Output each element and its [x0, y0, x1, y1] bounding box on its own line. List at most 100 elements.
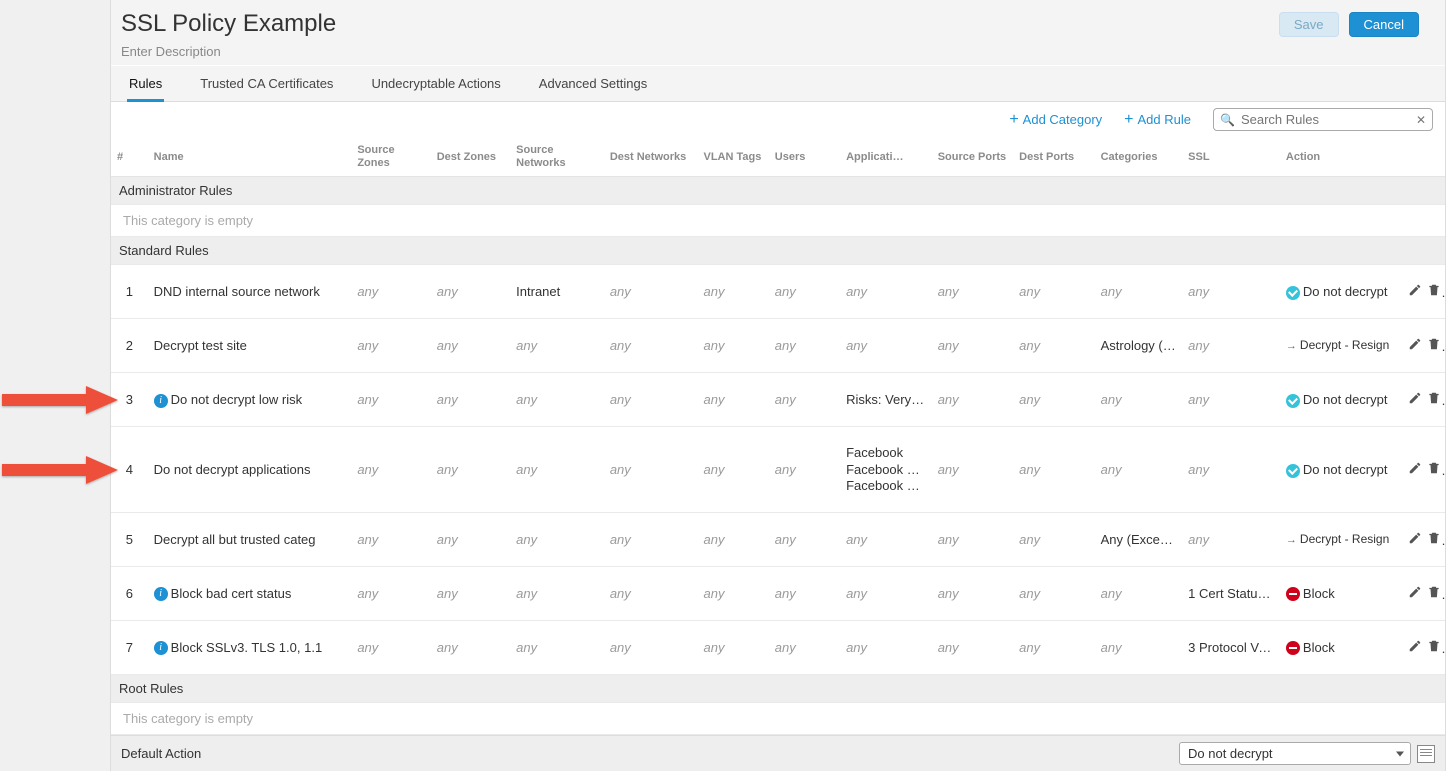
empty-row: This category is empty	[111, 703, 1445, 735]
table-row[interactable]: 5Decrypt all but trusted categanyanyanya…	[111, 513, 1445, 567]
row-actions	[1402, 621, 1445, 675]
add-rule-label: Add Rule	[1138, 112, 1191, 127]
row-actions	[1402, 513, 1445, 567]
action-cell: →Decrypt - Resign	[1280, 319, 1402, 373]
delete-icon[interactable]	[1427, 585, 1441, 602]
delete-icon[interactable]	[1427, 337, 1441, 354]
rule-name: DND internal source network	[148, 265, 352, 319]
add-category-button[interactable]: + Add Category	[1009, 112, 1102, 128]
tab-advanced[interactable]: Advanced Settings	[537, 66, 649, 101]
tab-trusted[interactable]: Trusted CA Certificates	[198, 66, 335, 101]
col-name: Name	[148, 138, 352, 177]
edit-icon[interactable]	[1408, 639, 1422, 656]
cancel-button[interactable]: Cancel	[1349, 12, 1419, 37]
info-icon: i	[154, 641, 168, 655]
action-cell: →Decrypt - Resign	[1280, 513, 1402, 567]
category-row: Standard Rules	[111, 237, 1445, 265]
delete-icon[interactable]	[1427, 461, 1441, 478]
page-header: SSL Policy Example Enter Description Sav…	[111, 0, 1445, 66]
search-input[interactable]	[1239, 111, 1416, 128]
resign-arrow-icon: →	[1286, 534, 1297, 546]
rule-name: Decrypt test site	[148, 319, 352, 373]
action-cell: Do not decrypt	[1280, 373, 1402, 427]
row-actions	[1402, 265, 1445, 319]
block-icon	[1286, 587, 1300, 601]
edit-icon[interactable]	[1408, 283, 1422, 300]
col-apps: Applicati…	[840, 138, 932, 177]
callout-arrow-icon	[0, 452, 120, 488]
rule-name: Do not decrypt applications	[148, 427, 352, 513]
tab-rules[interactable]: Rules	[127, 66, 164, 101]
rule-name: Decrypt all but trusted categ	[148, 513, 352, 567]
toolbar: + Add Category + Add Rule 🔍 ✕	[111, 102, 1445, 138]
row-actions	[1402, 567, 1445, 621]
delete-icon[interactable]	[1427, 283, 1441, 300]
edit-icon[interactable]	[1408, 461, 1422, 478]
tab-undecrypt[interactable]: Undecryptable Actions	[369, 66, 502, 101]
col-vlan: VLAN Tags	[698, 138, 769, 177]
empty-row: This category is empty	[111, 205, 1445, 237]
search-icon: 🔍	[1220, 113, 1235, 127]
do-not-decrypt-icon	[1286, 394, 1300, 408]
save-button[interactable]: Save	[1279, 12, 1339, 37]
tabs: Rules Trusted CA Certificates Undecryptabl…	[111, 66, 1445, 102]
table-row[interactable]: 3iDo not decrypt low riskanyanyanyanyany…	[111, 373, 1445, 427]
table-row[interactable]: 6iBlock bad cert statusanyanyanyanyanyan…	[111, 567, 1445, 621]
edit-icon[interactable]	[1408, 531, 1422, 548]
col-dest-zones: Dest Zones	[431, 138, 510, 177]
row-actions	[1402, 427, 1445, 513]
resign-arrow-icon: →	[1286, 340, 1297, 352]
table-row[interactable]: 7iBlock SSLv3. TLS 1.0, 1.1anyanyanyanya…	[111, 621, 1445, 675]
default-action-select[interactable]: Do not decrypt	[1179, 742, 1411, 765]
delete-icon[interactable]	[1427, 391, 1441, 408]
clear-icon[interactable]: ✕	[1416, 113, 1426, 127]
table-row[interactable]: 2Decrypt test siteanyanyanyanyanyanyanya…	[111, 319, 1445, 373]
action-cell: Do not decrypt	[1280, 265, 1402, 319]
col-num: #	[111, 138, 148, 177]
col-src-ports: Source Ports	[932, 138, 1013, 177]
action-cell: Do not decrypt	[1280, 427, 1402, 513]
add-category-label: Add Category	[1023, 112, 1103, 127]
delete-icon[interactable]	[1427, 531, 1441, 548]
do-not-decrypt-icon	[1286, 464, 1300, 478]
callout-arrow-icon	[0, 382, 120, 418]
table-row[interactable]: 1DND internal source networkanyanyIntran…	[111, 265, 1445, 319]
col-dest-nets: Dest Networks	[604, 138, 698, 177]
category-row: Administrator Rules	[111, 177, 1445, 205]
category-row: Root Rules	[111, 675, 1445, 703]
row-actions	[1402, 319, 1445, 373]
edit-icon[interactable]	[1408, 391, 1422, 408]
rules-table: # Name Source Zones Dest Zones Source Ne…	[111, 138, 1445, 735]
default-action-label: Default Action	[121, 746, 201, 761]
table-header: # Name Source Zones Dest Zones Source Ne…	[111, 138, 1445, 177]
page-title: SSL Policy Example	[121, 10, 336, 38]
add-rule-button[interactable]: + Add Rule	[1124, 112, 1191, 128]
do-not-decrypt-icon	[1286, 286, 1300, 300]
col-dest-ports: Dest Ports	[1013, 138, 1094, 177]
plus-icon: +	[1009, 112, 1018, 128]
plus-icon: +	[1124, 112, 1133, 128]
col-users: Users	[769, 138, 840, 177]
action-cell: Block	[1280, 621, 1402, 675]
description-input[interactable]: Enter Description	[121, 44, 336, 59]
col-ssl: SSL	[1182, 138, 1280, 177]
default-action-value: Do not decrypt	[1188, 746, 1273, 761]
search-field[interactable]: 🔍 ✕	[1213, 108, 1433, 131]
default-action-row: Default Action Do not decrypt	[111, 735, 1445, 771]
log-icon[interactable]	[1417, 745, 1435, 763]
info-icon: i	[154, 394, 168, 408]
table-row[interactable]: 4Do not decrypt applicationsanyanyanyany…	[111, 427, 1445, 513]
delete-icon[interactable]	[1427, 639, 1441, 656]
rule-name: iDo not decrypt low risk	[148, 373, 352, 427]
col-src-nets: Source Networks	[510, 138, 604, 177]
row-actions	[1402, 373, 1445, 427]
action-cell: Block	[1280, 567, 1402, 621]
info-icon: i	[154, 587, 168, 601]
rule-name: iBlock bad cert status	[148, 567, 352, 621]
edit-icon[interactable]	[1408, 585, 1422, 602]
col-action: Action	[1280, 138, 1402, 177]
col-categories: Categories	[1095, 138, 1183, 177]
col-src-zones: Source Zones	[351, 138, 430, 177]
rule-name: iBlock SSLv3. TLS 1.0, 1.1	[148, 621, 352, 675]
edit-icon[interactable]	[1408, 337, 1422, 354]
